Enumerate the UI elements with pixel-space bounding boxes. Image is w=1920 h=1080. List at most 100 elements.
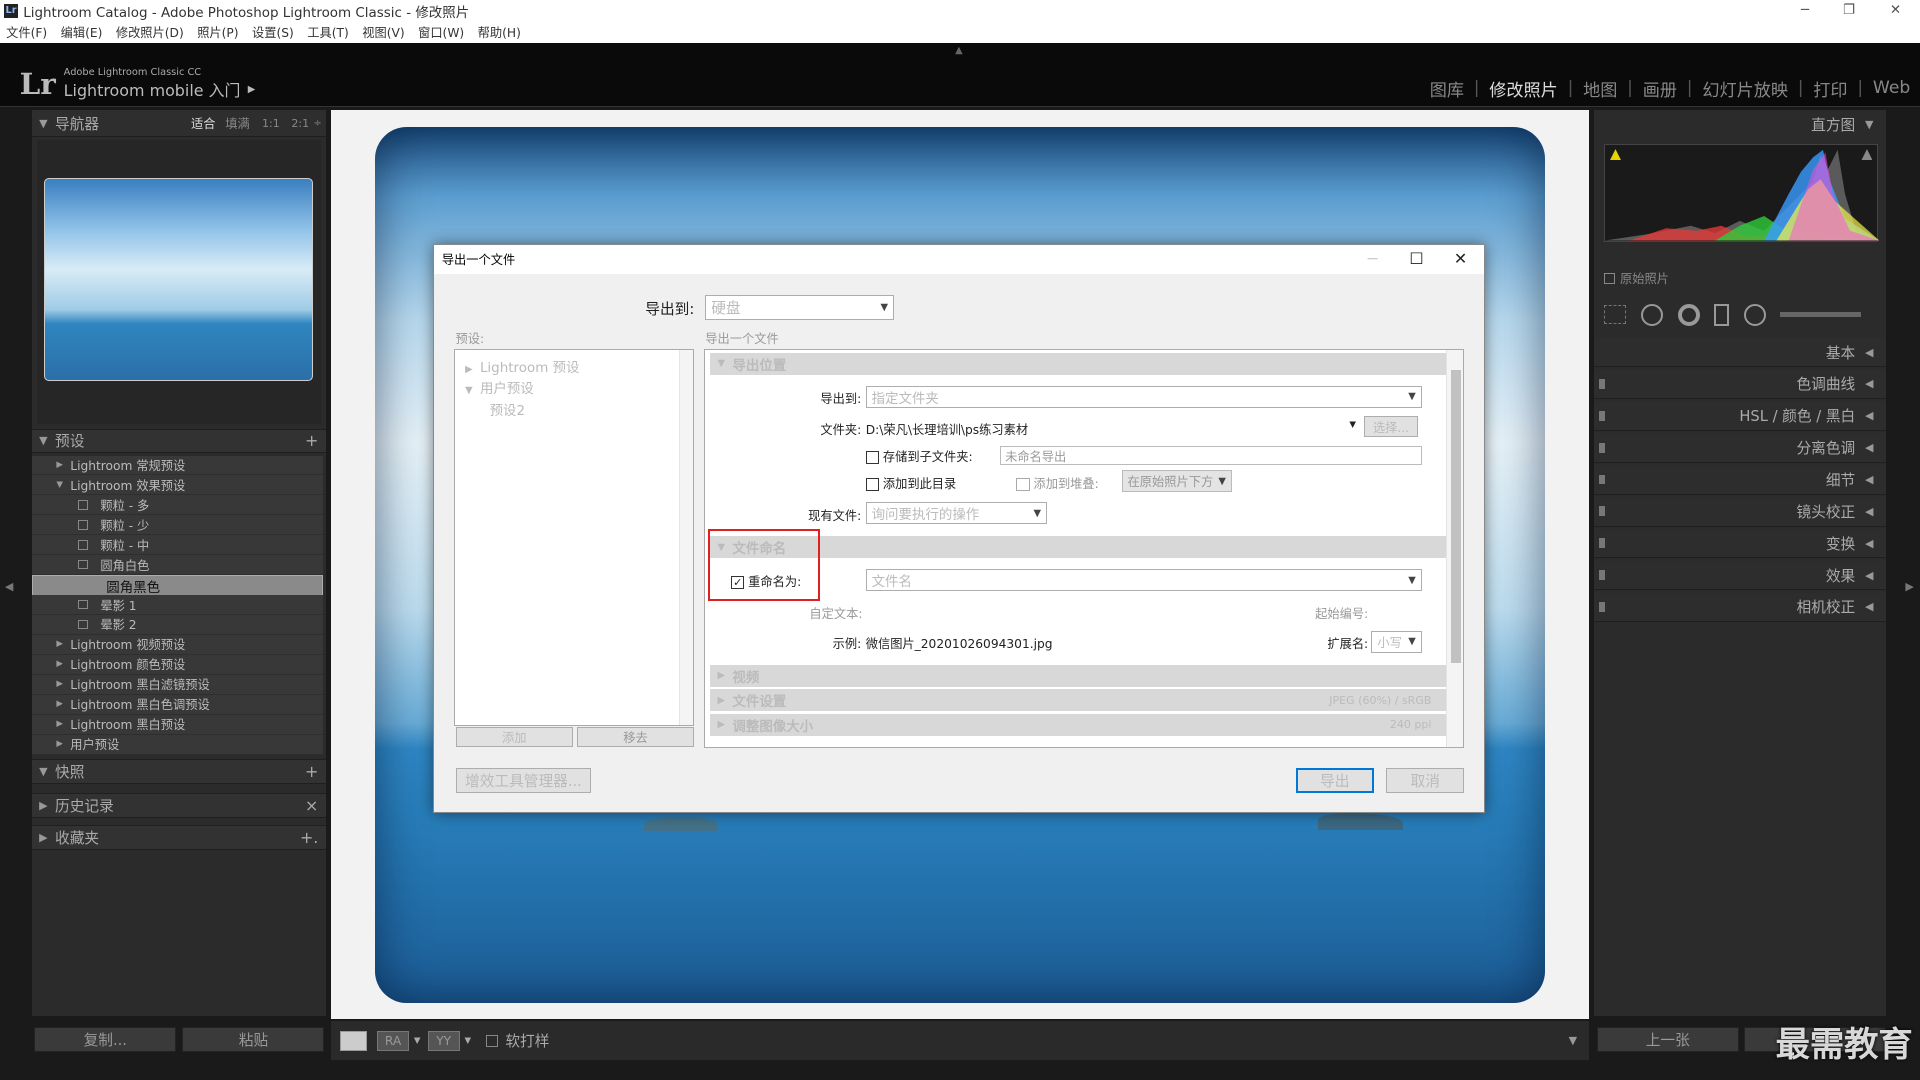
- add-preset-button[interactable]: 添加: [455, 727, 574, 747]
- extension-select[interactable]: 小写 ▼: [1371, 630, 1422, 653]
- tree-user-presets[interactable]: ▼ 用户预设: [465, 377, 534, 397]
- expand-triangle-icon[interactable]: ◀: [1865, 569, 1873, 582]
- module-web[interactable]: Web: [1863, 78, 1920, 98]
- subfolder-option[interactable]: 存储到子文件夹:: [865, 447, 973, 465]
- module-map[interactable]: 地图: [1573, 76, 1627, 101]
- zoom-fill[interactable]: 填满: [225, 114, 249, 132]
- subfolder-checkbox[interactable]: [865, 450, 880, 465]
- plugin-manager-button[interactable]: 增效工具管理器...: [455, 767, 592, 794]
- preset-item[interactable]: 圆角黑色: [31, 575, 324, 598]
- module-print[interactable]: 打印: [1804, 76, 1858, 101]
- subfolder-input[interactable]: 未命名导出: [1000, 445, 1422, 466]
- close-button[interactable]: ✕: [1873, 0, 1917, 22]
- file-settings-section-header[interactable]: ▶ 文件设置 JPEG (60%) / sRGB: [710, 689, 1447, 712]
- dialog-close-button[interactable]: ✕: [1439, 247, 1483, 271]
- rename-template-select[interactable]: 文件名 ▼: [865, 569, 1422, 592]
- collapse-triangle-icon[interactable]: ▼: [39, 765, 47, 778]
- develop-section-header[interactable]: 变换 ◀: [1594, 528, 1886, 559]
- module-develop[interactable]: 修改照片: [1480, 76, 1568, 101]
- preset-folder[interactable]: ▶ Lightroom 黑白预设: [31, 714, 324, 735]
- softproof-checkbox[interactable]: [485, 1034, 498, 1047]
- preset-item[interactable]: 晕影 1: [31, 595, 324, 615]
- add-to-stack-option[interactable]: 添加到堆叠:: [1016, 474, 1099, 492]
- menu-settings[interactable]: 设置(S): [252, 23, 294, 41]
- preset-folder[interactable]: ▶ Lightroom 常规预设: [31, 455, 324, 476]
- dropdown-arrow-icon[interactable]: ▼: [464, 1036, 471, 1046]
- collapse-triangle-icon[interactable]: ▼: [39, 434, 47, 447]
- expand-triangle-icon[interactable]: ▶: [718, 719, 726, 730]
- top-panel-toggle-icon[interactable]: ▲: [955, 45, 963, 56]
- collapse-triangle-icon[interactable]: ▼: [39, 117, 47, 130]
- preset-folder[interactable]: ▶ Lightroom 颜色预设: [31, 655, 324, 675]
- add-to-catalog-option[interactable]: 添加到此目录: [865, 474, 956, 492]
- preset-scrollbar[interactable]: [678, 349, 694, 725]
- preset-folder[interactable]: ▼ Lightroom 效果预设: [31, 475, 324, 496]
- video-section-header[interactable]: ▶ 视频: [710, 664, 1447, 687]
- menu-help[interactable]: 帮助(H): [478, 23, 521, 41]
- menu-develop[interactable]: 修改照片(D): [116, 23, 184, 41]
- menu-file[interactable]: 文件(F): [6, 23, 47, 41]
- cancel-button[interactable]: 取消: [1386, 767, 1465, 794]
- remove-preset-button[interactable]: 移去: [576, 727, 695, 747]
- lightroom-mobile-start[interactable]: Lightroom mobile 入门 ▶: [64, 78, 256, 101]
- add-preset-icon[interactable]: +: [305, 431, 318, 450]
- preset-item[interactable]: 圆角白色: [31, 555, 324, 575]
- expand-triangle-icon[interactable]: ▶: [39, 831, 47, 844]
- image-sizing-section-header[interactable]: ▶ 调整图像大小 240 ppi: [710, 713, 1447, 736]
- red-eye-icon[interactable]: [1677, 303, 1700, 326]
- crop-tool-icon[interactable]: [1604, 304, 1627, 325]
- add-collection-icon[interactable]: +.: [300, 828, 318, 847]
- develop-section-header[interactable]: 镜头校正 ◀: [1594, 497, 1886, 527]
- panel-switch-icon[interactable]: [1599, 474, 1606, 485]
- export-button[interactable]: 导出: [1295, 767, 1374, 794]
- module-book[interactable]: 画册: [1633, 76, 1687, 101]
- panel-switch-icon[interactable]: [1599, 442, 1606, 453]
- zoom-1-1[interactable]: 1:1: [262, 117, 280, 130]
- add-snapshot-icon[interactable]: +: [305, 762, 318, 781]
- develop-section-header[interactable]: 分离色调 ◀: [1594, 433, 1886, 463]
- panel-switch-icon[interactable]: [1599, 506, 1606, 517]
- panel-switch-icon[interactable]: [1599, 570, 1606, 580]
- expand-triangle-icon[interactable]: ◀: [1865, 600, 1873, 613]
- spot-removal-icon[interactable]: [1640, 303, 1663, 326]
- preset-item[interactable]: 颗粒 - 多: [31, 495, 324, 515]
- develop-section-header[interactable]: 基本 ◀: [1594, 337, 1886, 368]
- collapse-triangle-icon[interactable]: ▼: [718, 358, 726, 369]
- panel-switch-icon[interactable]: [1599, 379, 1606, 389]
- zoom-fit[interactable]: 适合: [191, 114, 215, 132]
- original-photo-toggle[interactable]: 原始照片: [1604, 269, 1669, 287]
- preset-folder[interactable]: ▶ 用户预设: [31, 734, 324, 755]
- zoom-2-1[interactable]: 2:1: [291, 117, 309, 130]
- graduated-filter-icon[interactable]: [1714, 303, 1729, 326]
- export-to-select[interactable]: 硬盘 ▼: [705, 295, 894, 320]
- develop-section-header[interactable]: HSL / 颜色 / 黑白 ◀: [1594, 401, 1886, 431]
- collapse-triangle-icon[interactable]: ▼: [1865, 118, 1873, 131]
- expand-triangle-icon[interactable]: ◀: [1865, 473, 1873, 486]
- panel-switch-icon[interactable]: [1599, 601, 1606, 612]
- module-library[interactable]: 图库: [1420, 76, 1474, 101]
- tree-preset2[interactable]: 预设2: [490, 399, 525, 419]
- tree-lightroom-presets[interactable]: ▶ Lightroom 预设: [465, 356, 579, 376]
- previous-button[interactable]: 上一张: [1596, 1027, 1739, 1052]
- expand-triangle-icon[interactable]: ◀: [1865, 377, 1873, 390]
- toolbar-menu-arrow-icon[interactable]: ▼: [1569, 1034, 1577, 1047]
- preset-item[interactable]: 晕影 2: [31, 615, 324, 635]
- dropdown-arrow-icon[interactable]: ▼: [414, 1036, 421, 1046]
- preset-folder[interactable]: ▶ Lightroom 黑白色调预设: [31, 695, 324, 715]
- presets-header[interactable]: ▼ 预设 +: [31, 428, 326, 454]
- add-to-stack-checkbox[interactable]: [1016, 477, 1030, 492]
- preset-item[interactable]: 颗粒 - 少: [31, 515, 324, 535]
- adjustment-brush-slider[interactable]: [1780, 312, 1862, 318]
- minimize-button[interactable]: ─: [1783, 0, 1827, 22]
- expand-triangle-icon[interactable]: ◀: [1865, 441, 1873, 454]
- expand-triangle-icon[interactable]: ▶: [718, 670, 726, 681]
- menu-view[interactable]: 视图(V): [362, 23, 404, 41]
- original-photo-checkbox[interactable]: [1604, 272, 1616, 284]
- expand-triangle-icon[interactable]: ▶: [39, 799, 47, 812]
- histogram-header[interactable]: 直方图 ▼: [1594, 110, 1886, 140]
- loupe-view-icon[interactable]: [340, 1031, 368, 1051]
- preset-folder[interactable]: ▶ Lightroom 黑白滤镜预设: [31, 675, 324, 695]
- navigator-thumbnail[interactable]: [44, 177, 314, 381]
- snapshots-header[interactable]: ▼ 快照 +: [31, 759, 326, 784]
- dialog-minimize-button[interactable]: ─: [1350, 247, 1394, 271]
